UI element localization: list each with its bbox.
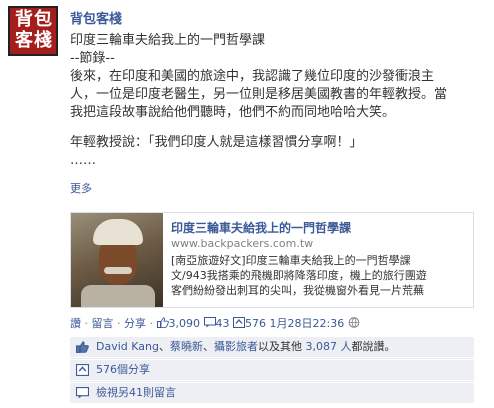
post-line: 後來，在印度和美國的旅途中，我認識了幾位印度的沙發衝浪主 <box>70 69 435 84</box>
list-separator: 、 <box>202 340 214 353</box>
shared-link-title[interactable]: 印度三輪車夫給我上的一門哲學課 <box>171 219 351 236</box>
separator-dot: · <box>84 317 89 330</box>
avatar-glyph: 客 <box>15 30 33 51</box>
comments-row[interactable]: 檢視另41則留言 <box>70 383 474 403</box>
avatar-glyph: 棧 <box>34 30 52 51</box>
shares-row[interactable]: 576個分享 <box>70 360 474 380</box>
shares-link[interactable]: 576個分享 <box>96 363 150 376</box>
description-line: [南亞旅遊好文]印度三輪車夫給我上的一門哲學課 <box>171 254 411 267</box>
shared-link-description: [南亞旅遊好文]印度三輪車夫給我上的一門哲學課 文/943我搭乘的飛機即將降落印… <box>171 253 469 307</box>
list-separator: 、 <box>158 340 170 353</box>
thumbs-up-icon <box>76 341 89 353</box>
description-line: 客們紛紛發出刺耳的尖叫，我從機窗外看見一片荒蕪 <box>171 284 424 297</box>
avatar-glyph: 包 <box>34 9 52 30</box>
and-text: 以及其他 <box>257 340 302 353</box>
like-link[interactable]: 讚 <box>70 317 81 330</box>
post-actions-bar: 讚 · 留言 · 分享 · 3,090 43 576 1月28日22:36 <box>70 315 360 331</box>
other-likers-link[interactable]: 3,087 人 <box>305 340 351 353</box>
comment-link[interactable]: 留言 <box>92 317 114 330</box>
share-icon <box>233 317 245 328</box>
liker-link[interactable]: 攝影旅者 <box>214 340 258 353</box>
liker-link[interactable]: 蔡曉新 <box>170 340 203 353</box>
shared-link-card[interactable]: 印度三輪車夫給我上的一門哲學課 www.backpackers.com.tw [… <box>70 212 474 308</box>
share-icon <box>76 364 89 376</box>
globe-icon <box>348 317 360 328</box>
post-line: 我把這段故事說給他們聽時，他們不約而同地哈哈大笑。 <box>70 105 396 120</box>
see-more-link[interactable]: 更多 <box>70 180 480 196</box>
man-with-turban-photo[interactable] <box>71 213 163 307</box>
post-content: 背包客棧 印度三輪車夫給我上的一門哲學課 --節錄-- 後來，在印度和美國的旅途… <box>70 8 480 196</box>
post-quote: 年輕教授說：「我們印度人就是這樣習慣分享啊！」 <box>70 135 363 150</box>
view-more-comments-link[interactable]: 檢視另41則留言 <box>96 386 176 399</box>
avatar-glyph: 背 <box>15 9 33 30</box>
post-message: 印度三輪車夫給我上的一門哲學課 --節錄-- 後來，在印度和美國的旅途中，我認識… <box>70 32 480 170</box>
comment-count[interactable]: 43 <box>216 317 230 330</box>
like-count[interactable]: 3,090 <box>169 317 201 330</box>
likes-summary-row: David Kang、蔡曉新、攝影旅者以及其他 3,087 人都說讚。 <box>70 337 474 357</box>
share-link[interactable]: 分享 <box>124 317 146 330</box>
description-line: 文/943我搭乘的飛機即將降落印度，機上的旅行團遊 <box>171 269 427 282</box>
post-line: 印度三輪車夫給我上的一門哲學課 <box>70 33 266 48</box>
shared-link-url: www.backpackers.com.tw <box>171 237 314 250</box>
post-author-link[interactable]: 背包客棧 <box>70 8 480 27</box>
row-divider <box>70 358 474 359</box>
post-line: --節錄-- <box>70 51 115 66</box>
separator-dot: · <box>117 317 121 330</box>
share-count[interactable]: 576 <box>245 317 266 330</box>
post-ellipsis: …… <box>70 153 96 168</box>
liker-link[interactable]: David Kang <box>96 340 159 353</box>
row-divider <box>70 381 474 382</box>
liked-suffix: 都說讚。 <box>351 340 396 353</box>
comment-bubble-icon <box>76 387 89 399</box>
page-avatar[interactable]: 背 包 客 棧 <box>8 6 58 56</box>
thumbs-up-icon <box>156 317 169 328</box>
comment-bubble-icon <box>203 317 216 328</box>
separator-dot: · <box>149 317 154 330</box>
post-line: 人，一位是印度老醫生，另一位則是移居美國教書的年輕教授。當 <box>70 87 448 102</box>
post-timestamp[interactable]: 1月28日22:36 <box>270 317 345 330</box>
